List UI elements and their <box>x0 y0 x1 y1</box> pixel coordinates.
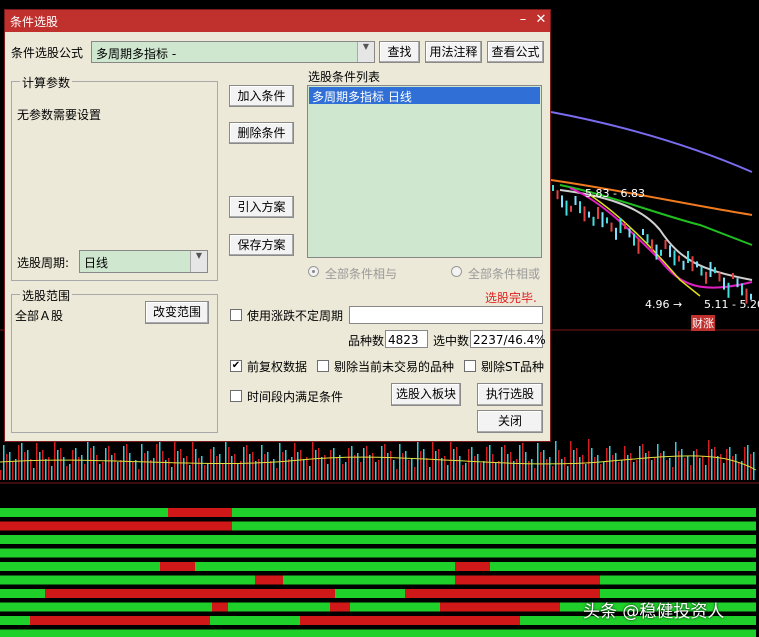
chart-marker: 财涨 <box>691 315 715 331</box>
selected-label: 选中数 <box>433 334 470 348</box>
delete-condition-button[interactable]: 删除条件 <box>229 122 294 144</box>
uncertain-period-checkbox[interactable] <box>230 309 242 321</box>
exclude-st-checkbox[interactable] <box>464 360 476 372</box>
minimize-icon[interactable]: – <box>515 12 531 28</box>
stock-screener-dialog: 条件选股 – ✕ 条件选股公式 多周期多指标 - ▼ 查找 用法注释 查看公式 … <box>4 9 551 442</box>
import-scheme-button[interactable]: 引入方案 <box>229 196 294 218</box>
close-button[interactable]: 关闭 <box>477 410 543 433</box>
add-condition-button[interactable]: 加入条件 <box>229 85 294 107</box>
usage-notes-button[interactable]: 用法注释 <box>425 41 482 63</box>
range-group-title: 选股范围 <box>20 287 73 304</box>
period-select[interactable]: 日线 ▼ <box>79 250 208 273</box>
period-select-value: 日线 <box>84 256 109 270</box>
params-text: 无参数需要设置 <box>17 108 102 122</box>
selected-field: 2237/46.4% <box>470 330 546 348</box>
formula-label: 条件选股公式 <box>11 46 84 60</box>
find-button[interactable]: 查找 <box>379 41 420 63</box>
and-radio[interactable] <box>308 266 319 277</box>
period-label: 选股周期: <box>17 256 70 270</box>
execute-button[interactable]: 执行选股 <box>477 383 543 406</box>
uncertain-period-input[interactable] <box>349 306 543 324</box>
exclude-untraded-checkbox[interactable] <box>317 360 329 372</box>
formula-select[interactable]: 多周期多指标 - ▼ <box>91 41 375 63</box>
chevron-down-icon[interactable]: ▼ <box>357 42 374 62</box>
exclude-st-label: 剔除ST品种 <box>481 360 544 374</box>
view-formula-button[interactable]: 查看公式 <box>487 41 544 63</box>
watermark: 头条 @稳健投资人 <box>583 602 725 622</box>
params-group: 计算参数 无参数需要设置 选股周期: 日线 ▼ <box>11 74 218 281</box>
price-label-high: 5.83 - 6.83 <box>585 187 645 200</box>
formula-select-value: 多周期多指标 - <box>96 47 177 61</box>
exclude-untraded-label: 剔除当前未交易的品种 <box>334 360 455 374</box>
close-icon[interactable]: ✕ <box>533 12 549 28</box>
date-range-label: 5.11 - 5.20 <box>704 298 759 311</box>
save-scheme-button[interactable]: 保存方案 <box>229 234 294 256</box>
range-value: 全部Ａ股 <box>15 309 64 323</box>
chevron-down-icon[interactable]: ▼ <box>190 251 207 272</box>
uncertain-period-label: 使用涨跌不定周期 <box>247 309 344 323</box>
conditions-title: 选股条件列表 <box>308 70 381 84</box>
forward-adjust-label: 前复权数据 <box>247 360 308 374</box>
count-label: 品种数 <box>348 334 385 348</box>
time-range-label: 时间段内满足条件 <box>247 390 344 404</box>
range-group: 选股范围 全部Ａ股 改变范围 <box>11 287 218 433</box>
count-field: 4823 <box>385 330 428 348</box>
status-text: 选股完毕. <box>485 291 537 305</box>
time-range-checkbox[interactable] <box>230 390 242 402</box>
params-group-title: 计算参数 <box>20 74 73 91</box>
conditions-list[interactable]: 多周期多指标 日线 <box>307 85 542 258</box>
or-radio[interactable] <box>451 266 462 277</box>
and-radio-label: 全部条件相与 <box>325 267 398 281</box>
price-label-low: 4.96 → <box>645 298 683 311</box>
title-bar: 条件选股 – ✕ <box>5 10 550 32</box>
window-title: 条件选股 <box>10 15 59 29</box>
or-radio-label: 全部条件相或 <box>468 267 541 281</box>
forward-adjust-checkbox[interactable]: ✔ <box>230 360 242 372</box>
conditions-list-item[interactable]: 多周期多指标 日线 <box>309 87 540 104</box>
change-range-button[interactable]: 改变范围 <box>145 301 209 324</box>
add-to-block-button[interactable]: 选股入板块 <box>391 383 461 406</box>
